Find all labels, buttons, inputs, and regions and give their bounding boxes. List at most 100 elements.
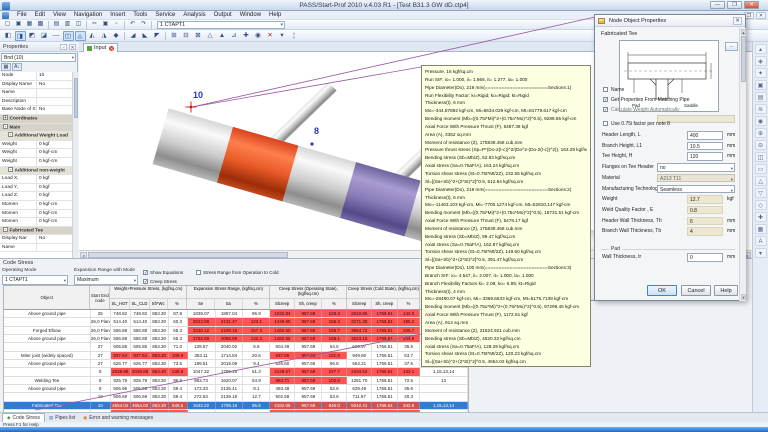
dock-toolbar-icon[interactable]: ◉ [754, 116, 767, 126]
column-header[interactable]: % [168, 299, 187, 310]
scroll-down-icon[interactable]: ▼ [740, 294, 746, 300]
property-row[interactable]: Momen 0 kgf-cm [0, 218, 72, 227]
menu-edit[interactable]: Edit [31, 11, 49, 20]
close-icon[interactable]: ✕ [69, 44, 76, 50]
property-row[interactable]: Weight 0 kgf [0, 140, 72, 150]
menu-service[interactable]: Service [151, 11, 179, 20]
stress-range-checkbox[interactable] [196, 270, 201, 275]
property-row[interactable]: Name [0, 243, 72, 253]
dock-toolbar-icon[interactable]: ◇ [754, 200, 767, 210]
expander-icon[interactable]: - [8, 166, 13, 172]
toolbar-icon[interactable]: ◫ [74, 20, 84, 29]
expansion-range-select[interactable]: Maximum ▾ [74, 275, 138, 285]
column-header[interactable]: % [243, 299, 270, 310]
expander-icon[interactable]: - [8, 132, 13, 138]
table-row[interactable]: Above ground pipe26,0 Flange556.88556.88… [4, 335, 468, 344]
property-value[interactable]: 0 kgf [37, 141, 72, 149]
toolbar-icon[interactable]: ▥ [63, 20, 73, 29]
toolbar-icon[interactable]: ▦ [25, 20, 35, 29]
dialog-checkbox[interactable] [603, 97, 608, 102]
table-row[interactable]: Fabricated Tee 10 4654.02 4654.02 853.30 545.… [4, 401, 468, 411]
operating-mode-select[interactable]: 1 СТАРТ1 ▾ [2, 275, 68, 285]
properties-scrollbar[interactable] [72, 72, 78, 258]
expander-icon[interactable]: + [3, 114, 8, 120]
ok-button[interactable]: OK [647, 285, 677, 296]
table-row[interactable]: 10 506.69 506.69 853.30 59.4 272.63 2139.18 12.… [4, 393, 468, 402]
node-label-10[interactable]: 10 [193, 90, 203, 100]
menu-tools[interactable]: Tools [129, 11, 151, 20]
column-header[interactable]: Sh, creep [295, 298, 322, 309]
property-row[interactable]: Display Nar No [0, 235, 72, 244]
dock-toolbar-icon[interactable]: ✦ [754, 68, 767, 78]
dock-toolbar-icon[interactable]: ⊕ [754, 128, 767, 138]
dock-toolbar-icon[interactable]: ▤ [754, 92, 767, 102]
column-header[interactable]: Se [187, 298, 215, 309]
element-toolbar-icon[interactable]: ◫ [62, 30, 74, 41]
dock-toolbar-icon[interactable]: ▽ [754, 188, 767, 198]
dialog-checkbox[interactable] [603, 121, 608, 126]
properties-view-icon[interactable]: A↓ [12, 63, 22, 71]
element-toolbar-icon[interactable]: ✕ [265, 31, 276, 41]
scroll-thumb[interactable] [740, 36, 746, 82]
element-toolbar-icon[interactable]: ◧ [3, 31, 14, 41]
close-button[interactable]: ✕ [744, 1, 759, 9]
menu-file[interactable]: File [13, 11, 31, 20]
property-value[interactable] [37, 244, 72, 252]
element-toolbar-icon[interactable]: ⊟ [181, 31, 192, 41]
dock-toolbar-icon[interactable]: ◈ [754, 56, 767, 66]
property-value[interactable]: 0 kgf [37, 184, 72, 192]
bottom-tab-pipes-list[interactable]: ▤ Pipes list [45, 413, 79, 422]
cancel-button[interactable]: Cancel [681, 285, 711, 296]
property-value[interactable]: 0 kgf-cm [37, 201, 72, 209]
expander-icon[interactable]: - [3, 226, 8, 232]
table-row[interactable]: Above ground pipe 27 626.77 626.77 853.30 73.… [4, 360, 468, 369]
minimize-button[interactable]: — [710, 1, 725, 9]
property-value[interactable]: 0 kgf-cm [37, 210, 72, 218]
column-header[interactable]: SL_HOT [110, 298, 131, 309]
node-label-8[interactable]: 8 [314, 126, 319, 136]
dialog-field-select[interactable]: Seamless ▾ [657, 184, 735, 193]
table-row[interactable]: Above ground pipe 8 506.96 506.96 853.30 59.4… [4, 385, 468, 394]
expander-icon[interactable]: - [3, 123, 8, 129]
dock-toolbar-icon[interactable]: △ [754, 176, 767, 186]
property-value[interactable]: 0 kgf [37, 192, 72, 200]
property-row[interactable]: Name [0, 89, 72, 98]
element-toolbar-icon[interactable]: ◢ [128, 31, 139, 41]
element-toolbar-icon[interactable]: ◭ [87, 31, 98, 41]
element-toolbar-icon[interactable]: ✚ [241, 31, 252, 41]
dock-toolbar-icon[interactable]: ▾ [754, 248, 767, 258]
element-toolbar-icon[interactable]: ◬ [74, 30, 86, 41]
maximize-button[interactable]: ❐ [727, 1, 742, 9]
property-value[interactable] [37, 89, 72, 97]
pad-wall-thickness-input[interactable]: 0 [687, 253, 723, 262]
element-toolbar-icon[interactable]: ◪ [39, 31, 50, 41]
dialog-field-select-disabled[interactable]: A213 T11 ▾ [657, 173, 735, 183]
toolbar-icon[interactable]: ▤ [52, 20, 62, 29]
table-row[interactable]: Above ground pipe 25 748.82 748.82 853.30 87.… [4, 310, 468, 319]
menu-window[interactable]: Window [236, 11, 265, 20]
dock-toolbar-icon[interactable]: ⊖ [754, 140, 767, 150]
dialog-scrollbar[interactable]: ▲ ▼ [739, 28, 746, 301]
column-header[interactable]: Sh, creep [372, 298, 398, 309]
dock-toolbar-icon[interactable]: ▭ [754, 164, 767, 174]
column-header[interactable]: % [322, 299, 347, 310]
property-row[interactable]: Description [0, 97, 72, 107]
column-header-object[interactable]: Object [4, 286, 91, 309]
property-value[interactable]: 0 kgf-cm [37, 218, 72, 226]
dialog-checkbox[interactable] [603, 87, 608, 92]
dock-toolbar-icon[interactable]: ≋ [754, 104, 767, 114]
table-row[interactable]: Miter joint (widely spaced) 27 937.64 937.6… [4, 351, 468, 361]
dock-toolbar-icon[interactable]: ▦ [754, 224, 767, 234]
toolbar-icon[interactable]: ▩ [36, 20, 46, 29]
element-toolbar-icon[interactable]: ⊿ [229, 31, 240, 41]
property-value[interactable]: No [37, 235, 72, 243]
element-toolbar-icon[interactable]: △ [205, 31, 216, 41]
column-header[interactable]: Sh*Wc [150, 298, 168, 309]
property-row[interactable]: Momen 0 kgf-cm [0, 200, 72, 210]
tab-close-icon[interactable]: ✕ [109, 45, 115, 51]
menu-output[interactable]: Output [210, 11, 236, 20]
element-toolbar-icon[interactable]: — [51, 31, 62, 41]
property-value[interactable]: 0 kgf-cm [37, 149, 72, 157]
table-row[interactable]: 9 2038.88 2038.88 853.30 238.6 1047.32 1706.16… [4, 368, 468, 377]
element-toolbar-icon[interactable]: ▲ [217, 31, 228, 41]
